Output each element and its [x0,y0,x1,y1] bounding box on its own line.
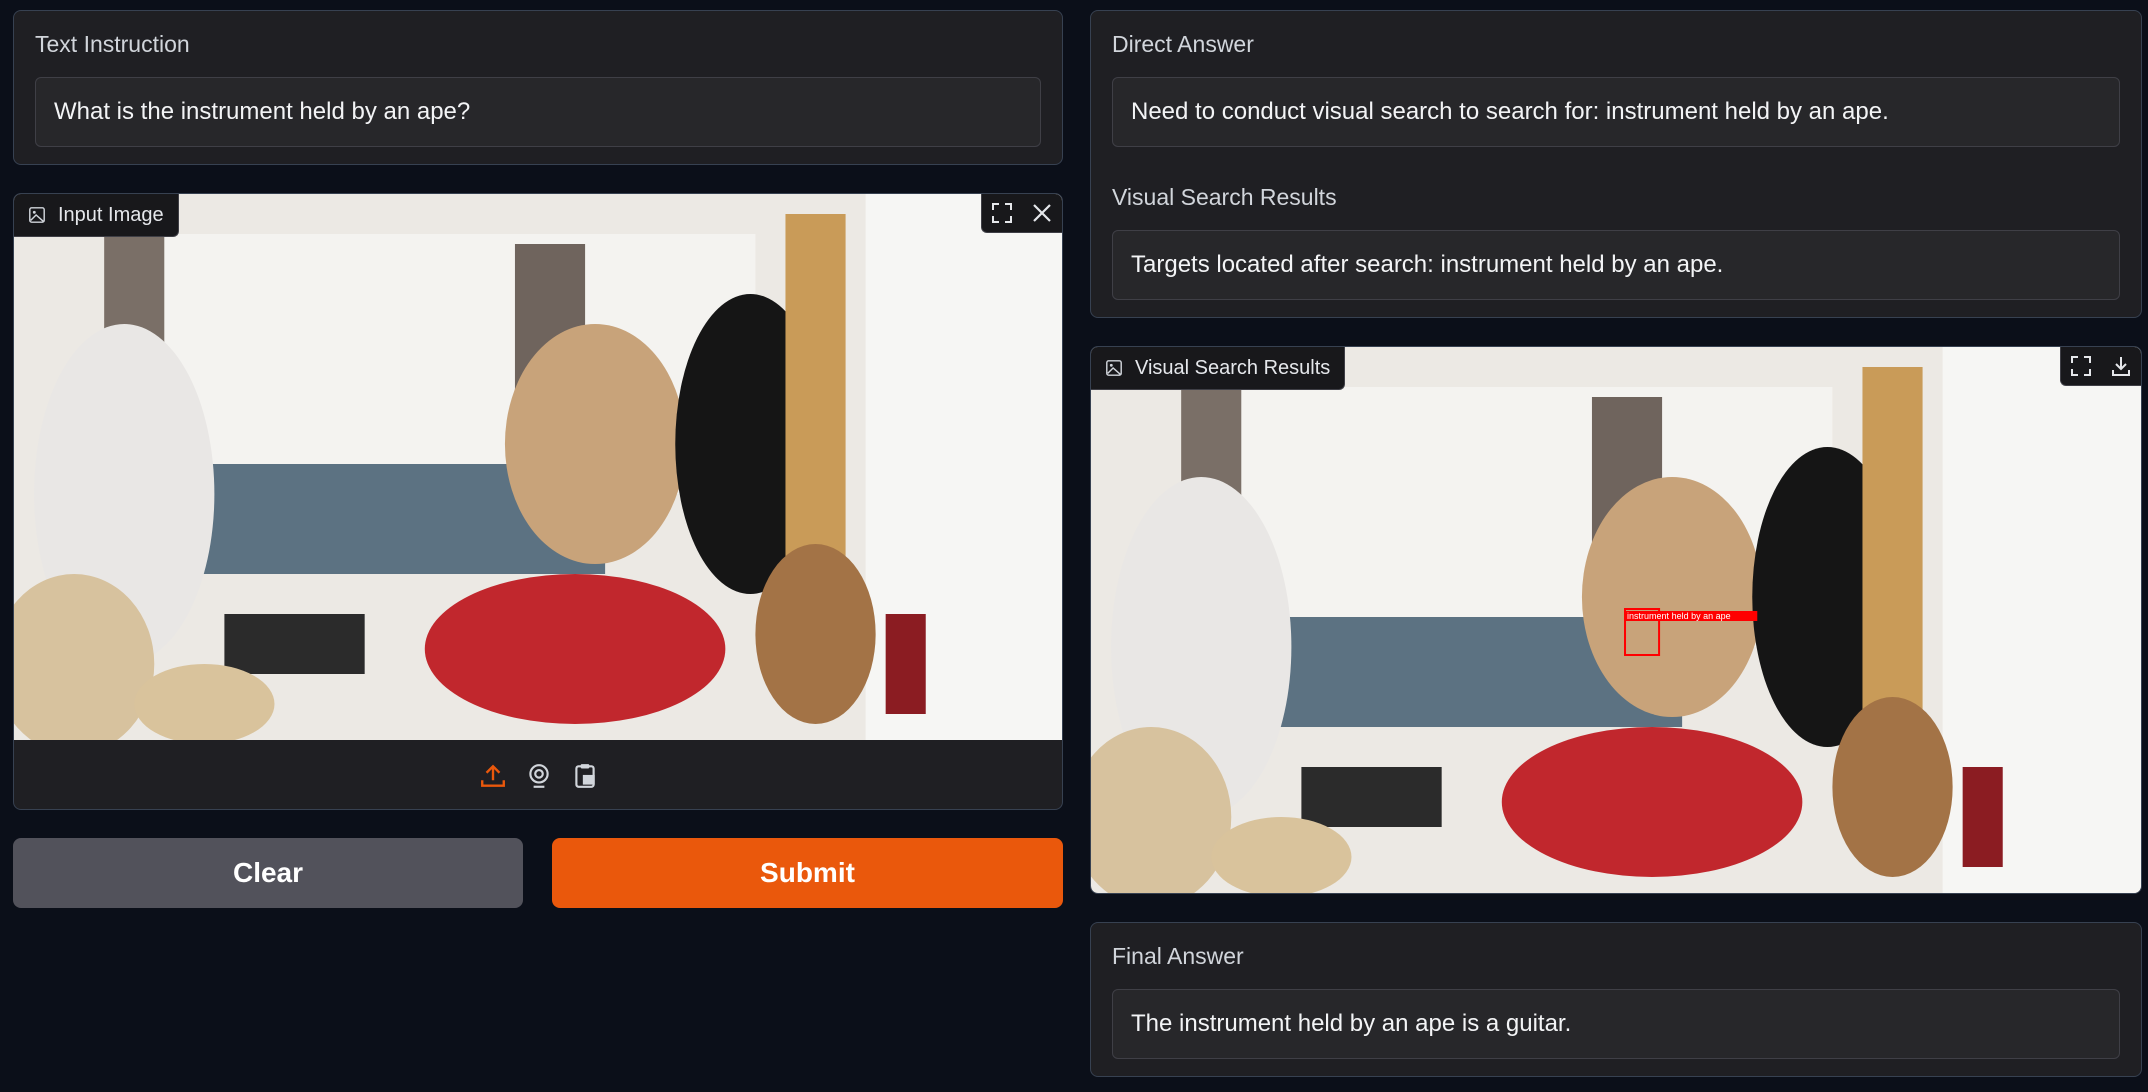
input-image-tools [981,194,1062,233]
download-button[interactable] [2101,347,2141,385]
webcam-icon[interactable] [525,762,553,790]
input-image-tag: Input Image [14,194,179,237]
final-answer-output[interactable]: The instrument held by an ape is a guita… [1112,989,2120,1059]
image-icon [1106,360,1122,376]
fullscreen-button[interactable] [2061,347,2101,385]
download-icon [2112,357,2130,376]
answers-panel: Direct Answer Need to conduct visual sea… [1090,10,2142,318]
direct-answer-output[interactable]: Need to conduct visual search to search … [1112,77,2120,147]
search-image-block: Visual Search Results instrument held by… [1090,346,2142,894]
clipboard-icon[interactable] [571,762,599,790]
image-source-bar [14,740,1062,809]
clear-button[interactable]: Clear [13,838,523,908]
instruction-input[interactable]: What is the instrument held by an ape? [35,77,1041,147]
close-icon [1033,204,1051,222]
search-results-label: Visual Search Results [1112,184,1337,210]
search-image-tools [2060,347,2141,386]
search-image-tag: Visual Search Results [1091,347,1346,390]
final-answer-panel: Final Answer The instrument held by an a… [1090,922,2142,1077]
search-image-label: Visual Search Results [1135,356,1331,379]
fullscreen-icon [2071,356,2091,376]
input-image-label: Input Image [58,203,164,226]
search-photo[interactable]: instrument held by an ape [1091,347,2142,894]
remove-image-button[interactable] [1022,194,1062,232]
submit-button[interactable]: Submit [552,838,1063,908]
input-photo[interactable] [14,194,1063,740]
final-answer-label: Final Answer [1112,943,1244,969]
upload-icon[interactable] [479,762,507,790]
fullscreen-icon [992,203,1012,223]
fullscreen-button[interactable] [982,194,1022,232]
instruction-panel: Text Instruction What is the instrument … [13,10,1063,165]
detection-label: instrument held by an ape [1627,611,1731,621]
search-results-output[interactable]: Targets located after search: instrument… [1112,230,2120,300]
instruction-label: Text Instruction [35,31,190,57]
image-icon [29,207,45,223]
input-image-block: Input Image [13,193,1063,810]
direct-answer-label: Direct Answer [1112,31,1254,57]
